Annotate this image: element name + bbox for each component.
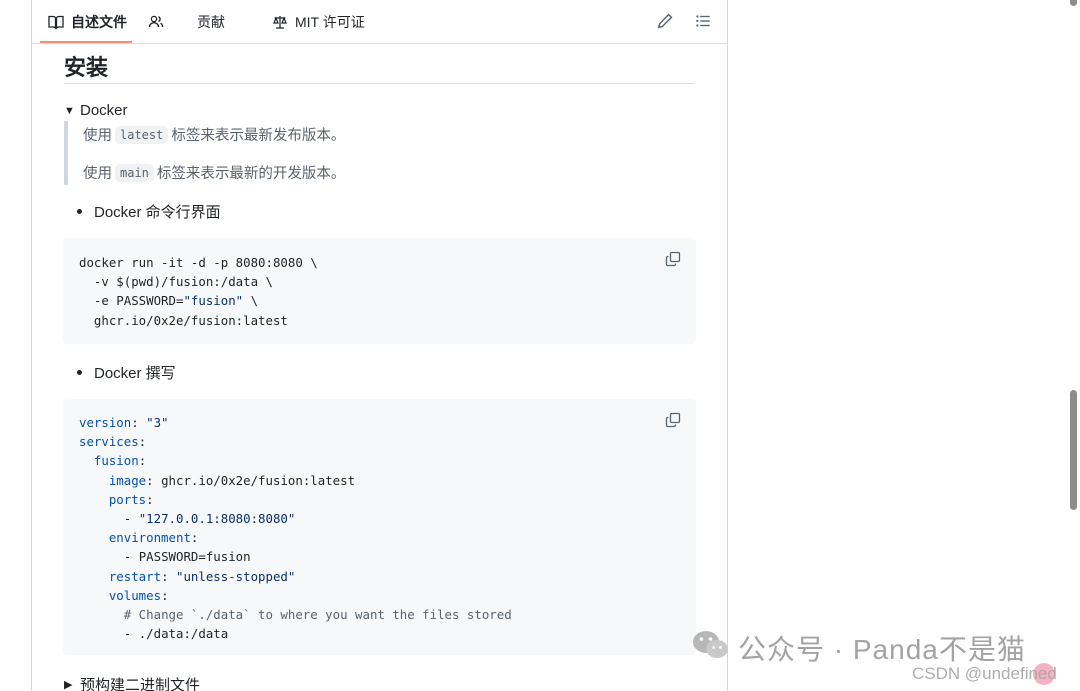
code-line: ghcr.io/0x2e/fusion:latest [79, 312, 288, 328]
quote-text: 标签来表示最新的开发版本。 [156, 166, 346, 182]
code-line: -e PASSWORD= [79, 293, 184, 309]
tab-contributors-icon-only[interactable] [148, 0, 164, 43]
prebuilt-details-toggle[interactable]: ▶ 预构建二进制文件 [64, 674, 200, 691]
docker-details-toggle[interactable]: ▼ Docker [64, 102, 128, 119]
code-line: -v $(pwd)/fusion:/data \ [79, 274, 273, 290]
install-heading: 安装 [64, 55, 109, 80]
tab-license-label: MIT 许可证 [295, 13, 365, 30]
code-line: \ [243, 293, 259, 309]
code-value: ghcr.io/0x2e/fusion:latest [161, 472, 356, 488]
blockquote-bar [64, 121, 68, 185]
heading-divider [64, 83, 694, 84]
prebuilt-summary-label: 预构建二进制文件 [80, 677, 201, 691]
code-key: ports [108, 491, 147, 507]
watermark-text: 公众号 · Panda不是猫 [738, 634, 1026, 665]
list-item: Docker 命令行界面 [77, 201, 221, 222]
quote-text: 标签来表示最新发布版本。 [171, 128, 346, 144]
code-key: environment [108, 530, 191, 546]
docker-summary-label: Docker [80, 102, 128, 119]
code-key: image [108, 472, 147, 488]
code-value: PASSWORD=fusion [138, 549, 251, 565]
people-icon [148, 14, 164, 30]
code-string: "unless-stopped" [175, 568, 296, 584]
book-icon [48, 14, 64, 30]
tab-readme[interactable]: 自述文件 [48, 0, 127, 43]
pencil-icon[interactable] [656, 12, 674, 30]
tab-readme-label: 自述文件 [71, 13, 127, 30]
tab-license[interactable]: MIT 许可证 [272, 0, 365, 43]
copy-icon[interactable] [665, 412, 681, 428]
code-key: fusion [93, 453, 139, 469]
collapsed-triangle-icon: ▶ [64, 679, 73, 691]
expanded-triangle-icon: ▼ [64, 104, 75, 117]
wechat-icon [692, 629, 730, 668]
watermark-csdn: CSDN @undefined [912, 664, 1057, 683]
code-comment: # Change `./data` to where you want the … [123, 607, 512, 623]
bullet-dot [77, 370, 82, 375]
code-string: "127.0.0.1:8080:8080" [138, 511, 296, 527]
code-block-cli: docker run -it -d -p 8080:8080 \ -v $(pw… [63, 238, 696, 344]
scrollbar-thumb[interactable] [1070, 390, 1077, 510]
list-icon[interactable] [694, 12, 712, 30]
tab-contributors[interactable]: 贡献 [197, 0, 225, 43]
watermark: 公众号 · Panda不是猫 [692, 628, 1026, 668]
code-key: volumes [108, 587, 162, 603]
code-key: restart [108, 568, 162, 584]
active-tab-indicator [40, 41, 132, 43]
code-string: "3" [146, 415, 169, 430]
law-icon [272, 14, 288, 30]
readme-panel: 自述文件 贡献 MIT 许可证 安装 ▼ Docker 使用 latest 标签… [31, 0, 728, 691]
tab-bar: 自述文件 贡献 MIT 许可证 [32, 0, 727, 44]
quote-text: 使用 [83, 166, 112, 182]
bullet-label-cli: Docker 命令行界面 [94, 204, 221, 221]
bullet-label-compose: Docker 撰写 [94, 365, 176, 382]
scrollbar[interactable] [1066, 0, 1080, 691]
list-item: Docker 撰写 [77, 362, 176, 383]
quote-line-latest: 使用 latest 标签来表示最新发布版本。 [83, 124, 345, 145]
code-block-compose: version: "3" services: fusion: image: gh… [63, 399, 696, 655]
bullet-dot [77, 209, 82, 214]
copy-icon[interactable] [665, 251, 681, 267]
quote-line-main: 使用 main 标签来表示最新的开发版本。 [83, 162, 345, 183]
inline-code-main: main [115, 163, 154, 182]
inline-code-latest: latest [115, 125, 169, 144]
code-key: services [79, 434, 139, 450]
code-key: version [79, 415, 132, 430]
quote-text: 使用 [83, 128, 112, 144]
code-value: ./data:/data [138, 626, 229, 642]
code-content: docker run -it -d -p 8080:8080 \ -v $(pw… [79, 253, 318, 330]
code-string: "fusion" [183, 293, 244, 309]
tab-contributors-label: 贡献 [197, 13, 225, 30]
code-content: version: "3" services: fusion: image: gh… [79, 415, 512, 642]
code-line: docker run -it -d -p 8080:8080 \ [79, 255, 318, 270]
